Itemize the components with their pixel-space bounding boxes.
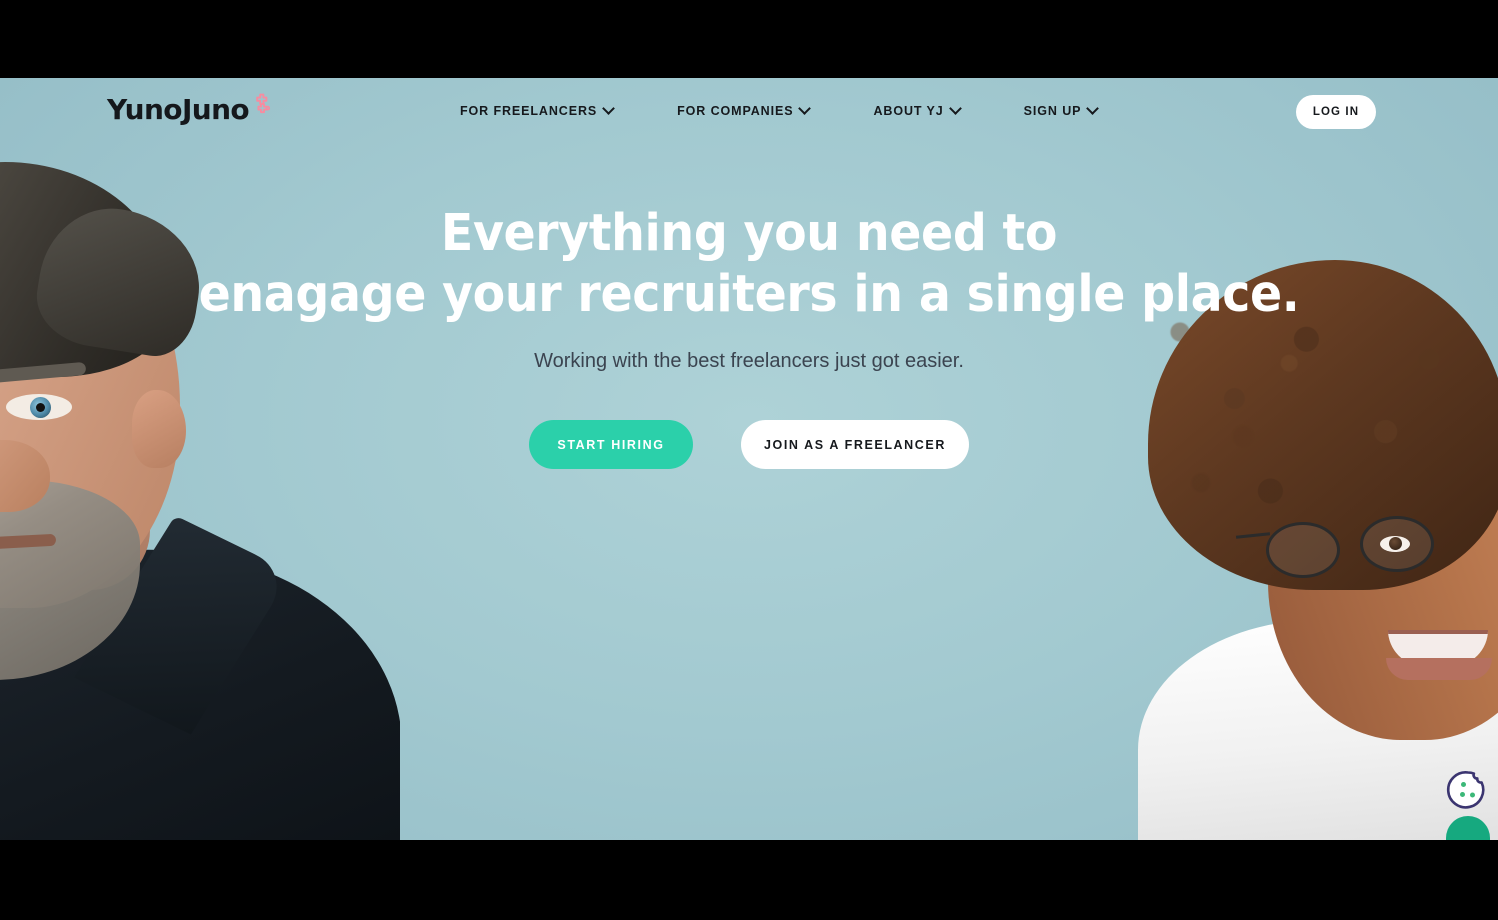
yunojuno-flower-icon: [250, 92, 274, 116]
hero-cta-group: START HIRING JOIN AS A FREELANCER: [0, 420, 1498, 469]
hero-subheadline: Working with the best freelancers just g…: [534, 350, 964, 372]
nav-item-label: FOR FREELANCERS: [460, 104, 598, 118]
nav-item-for-freelancers[interactable]: FOR FREELANCERS: [460, 101, 615, 118]
cookie-settings-widget[interactable]: [1444, 768, 1492, 840]
hero-headline-line-1: Everything you need to: [440, 204, 1058, 263]
cookie-accept-pill[interactable]: [1446, 816, 1490, 840]
hero-headline-line-2: enagage your recruiters in a single plac…: [198, 265, 1300, 324]
letterbox-top-bar: [0, 0, 1498, 78]
primary-navigation: FOR FREELANCERS FOR COMPANIES ABOUT YJ S…: [460, 78, 1100, 144]
join-as-a-freelancer-button[interactable]: JOIN AS A FREELANCER: [741, 420, 969, 469]
letterbox-bottom-bar: [0, 840, 1498, 920]
browser-viewport: YunoJuno FOR FREELANCERS FOR COMPANIES A…: [0, 78, 1498, 840]
nav-item-label: ABOUT YJ: [873, 104, 944, 118]
chevron-down-icon: [602, 101, 615, 115]
nav-item-label: FOR COMPANIES: [677, 104, 794, 118]
cookie-icon[interactable]: [1446, 768, 1490, 812]
start-hiring-button[interactable]: START HIRING: [529, 420, 693, 469]
hero-headline: Everything you need to enagage your recr…: [52, 203, 1445, 325]
chevron-down-icon: [1086, 101, 1100, 115]
chevron-down-icon: [798, 101, 812, 115]
nav-item-label: SIGN UP: [1023, 104, 1082, 118]
chevron-down-icon: [948, 101, 962, 115]
nav-item-about-yj[interactable]: ABOUT YJ: [873, 101, 962, 118]
site-header: YunoJuno FOR FREELANCERS FOR COMPANIES A…: [0, 78, 1498, 144]
logo-wordmark: YunoJuno: [107, 93, 250, 126]
screenshot-canvas: YunoJuno FOR FREELANCERS FOR COMPANIES A…: [0, 0, 1498, 920]
nav-item-sign-up[interactable]: SIGN UP: [1023, 101, 1100, 118]
log-in-button[interactable]: LOG IN: [1296, 95, 1376, 129]
nav-item-for-companies[interactable]: FOR COMPANIES: [677, 101, 812, 118]
logo-link[interactable]: YunoJuno: [107, 93, 274, 126]
